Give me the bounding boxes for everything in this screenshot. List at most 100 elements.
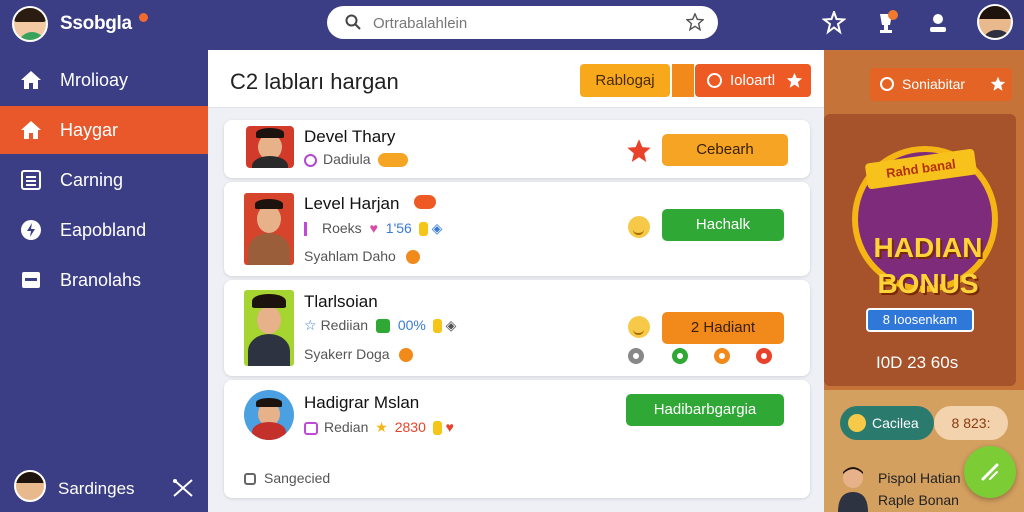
stat-text: 00% <box>397 317 426 333</box>
search-input[interactable] <box>373 13 673 33</box>
card-action-button[interactable]: Hadibarbgargia <box>626 394 784 426</box>
primary-header-button[interactable]: Rablogaj <box>580 64 670 97</box>
avatar <box>244 390 294 440</box>
brand-avatar[interactable] <box>12 6 48 42</box>
saved-indicator[interactable]: Sangecied <box>244 470 330 486</box>
profile-icon[interactable] <box>926 11 950 35</box>
player-meta: Redian ★ 2830 ♥ <box>304 419 454 436</box>
meta-text: Syahlam Daho <box>304 248 396 264</box>
card-action-button[interactable]: 2 Hadiant <box>662 312 784 344</box>
card-action-button[interactable]: Hachalk <box>662 209 784 241</box>
option-dot-red[interactable] <box>756 348 772 364</box>
gem-icon: ◈ <box>445 317 457 333</box>
level-badge <box>414 195 436 209</box>
meta-text: Syakerr Doga <box>304 346 390 362</box>
home-icon <box>21 71 41 89</box>
button-label: Soniabitar <box>902 76 966 92</box>
option-dot-orange[interactable] <box>714 348 730 364</box>
meta-text: Rediian <box>320 317 369 333</box>
player-name: Tlarlsoian <box>304 292 378 311</box>
heart-icon: ♥ <box>445 419 454 435</box>
notification-badge <box>888 10 898 20</box>
player-meta: Syakerr Doga <box>304 346 414 363</box>
user-avatar[interactable] <box>977 4 1013 40</box>
shield-icon <box>375 319 390 334</box>
main-header: C2 labları hargan Rablogaj Ioloartl <box>208 50 824 108</box>
button-label: Cebearh <box>696 141 754 158</box>
player-meta: Roeks ♥ 1'56 ◈ <box>304 220 442 237</box>
home-icon <box>21 121 41 139</box>
tools-icon[interactable] <box>171 477 195 499</box>
option-dot-green[interactable] <box>672 348 688 364</box>
avatar <box>244 290 294 366</box>
list-item[interactable]: Tlarlsoian ☆ Rediian 00% ◈ Syakerr Doga 2… <box>224 280 810 376</box>
list-icon <box>21 170 41 190</box>
sidebar-item-carning[interactable]: Carning <box>0 156 208 204</box>
meta-text: Dadiula <box>323 151 371 167</box>
person-avatar <box>838 467 868 512</box>
settings-label[interactable]: Sardinges <box>58 479 135 499</box>
promo-pill-primary[interactable]: Cacilea <box>840 406 934 440</box>
player-name: Hadigrar Mslan <box>304 393 420 412</box>
pill-label: Cacilea <box>872 415 919 431</box>
header-divider-button[interactable] <box>672 64 694 97</box>
list-item[interactable]: Level Harjan Roeks ♥ 1'56 ◈ Syahlam Daho… <box>224 182 810 276</box>
sidebar-item-label: Branolahs <box>60 270 142 290</box>
sidebar-item-haygar[interactable]: Haygar <box>0 106 208 154</box>
sidebar-item-label: Mrolioay <box>60 70 129 90</box>
sidebar-item-eapobland[interactable]: Eapobland <box>0 206 208 254</box>
smiley-icon <box>628 316 650 338</box>
brand-dot-badge <box>139 13 148 22</box>
player-meta: Syahlam Daho <box>304 248 420 265</box>
status-dot-icon <box>399 348 414 363</box>
sidebar-item-branolahs[interactable]: Branolahs <box>0 256 208 304</box>
player-meta: Dadiula <box>304 151 409 168</box>
heart-icon: ♥ <box>369 220 378 236</box>
checkbox-icon[interactable] <box>244 473 256 486</box>
list-item[interactable]: Devel Thary Dadiula Cebearh <box>224 120 810 178</box>
promo-bottom-line1: Pispol Hatian <box>878 470 961 486</box>
secondary-header-button[interactable]: Ioloartl <box>695 64 811 97</box>
list-item[interactable]: Hadigrar Mslan Redian ★ 2830 ♥ Hadibarbg… <box>224 380 810 498</box>
stat-text: 2830 <box>394 419 426 435</box>
bonus-countdown: I0D 23 60s <box>876 353 959 372</box>
card-icon <box>22 272 40 288</box>
meta-text: Redian <box>324 419 369 435</box>
coin-icon <box>432 319 442 334</box>
promo-panel: Soniabitar Rahd banal HADIAN BONUS 8 Ioo… <box>824 50 1024 512</box>
saved-label: Sangecied <box>264 470 331 486</box>
sidebar-item-home[interactable]: Mrolioay <box>0 56 208 104</box>
star-outline-icon[interactable] <box>686 13 704 31</box>
page-title: C2 labları hargan <box>230 69 399 94</box>
coin-icon <box>418 222 428 237</box>
button-label: Hadibarbgargia <box>653 401 757 418</box>
bonus-title-line2: BONUS <box>877 268 979 299</box>
meta-text: Roeks <box>322 220 362 236</box>
sidebar-footer: Sardinges <box>0 462 208 512</box>
sidebar-item-label: Carning <box>60 170 124 190</box>
search-icon <box>345 14 361 30</box>
promo-bottom-line2: Raple Bonan <box>878 492 959 508</box>
star-icon <box>786 72 803 88</box>
pencil-icon <box>981 463 999 481</box>
brand-name[interactable]: Ssobgla <box>60 13 132 35</box>
search-bar[interactable] <box>327 6 718 39</box>
promo-pill-secondary[interactable]: 8 823: <box>934 406 1008 440</box>
avatar[interactable] <box>14 470 46 502</box>
clock-icon <box>880 77 894 91</box>
avatar <box>244 193 294 265</box>
sidebar: Mrolioay Haygar Carning Eapobland Branol… <box>0 50 208 512</box>
settings-star-icon[interactable] <box>822 11 846 35</box>
button-label: Hachalk <box>695 216 751 233</box>
edit-fab-button[interactable] <box>964 446 1016 498</box>
avatar <box>246 126 294 168</box>
promo-header-button[interactable]: Soniabitar <box>870 68 1012 101</box>
sidebar-item-label: Eapobland <box>60 220 147 240</box>
card-action-button[interactable]: Cebearh <box>662 134 788 166</box>
status-dot-icon <box>405 250 420 265</box>
bonus-sub-label[interactable]: 8 Ioosenkam <box>866 308 974 332</box>
diamond-icon: ◈ <box>431 220 443 236</box>
star-icon <box>627 139 651 163</box>
coin-icon <box>432 421 442 436</box>
option-dot-gray[interactable] <box>628 348 644 364</box>
